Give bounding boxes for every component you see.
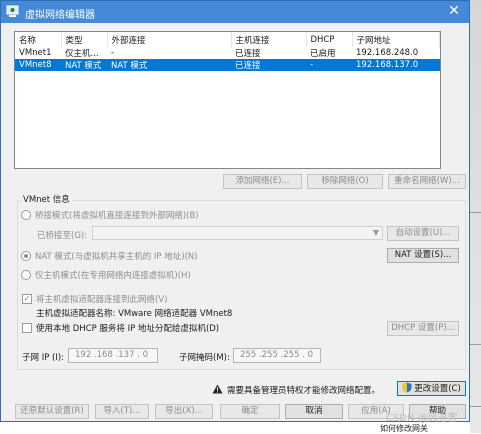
chevron-down-icon: ▼ xyxy=(372,228,379,237)
dhcp-settings-button[interactable]: DHCP 设置(P)... xyxy=(387,321,459,336)
restore-defaults-button[interactable]: 还原默认设置(R) xyxy=(15,404,89,419)
cell-external: NAT 模式 xyxy=(107,59,231,71)
virtual-network-editor-window: 虚拟网络编辑器 ✕ 名称 类型 外部连接 主机连接 DHCP 子网地址 VMne… xyxy=(0,0,470,422)
cell-name: VMnet8 xyxy=(15,59,61,71)
bridged-mode-label: 桥接模式(将虚拟机直接连接到外部网络)(B) xyxy=(35,211,199,221)
network-list[interactable]: 名称 类型 外部连接 主机连接 DHCP 子网地址 VMnet1 仅主机... … xyxy=(14,31,441,169)
bridged-mode-radio[interactable] xyxy=(21,210,31,220)
cell-dhcp: 已启用 xyxy=(310,49,336,59)
network-app-icon xyxy=(6,5,19,17)
change-settings-label: 更改设置(C) xyxy=(414,384,461,394)
subnet-mask-input[interactable]: 255 .255 .255 . 0 xyxy=(233,348,321,363)
nat-settings-button[interactable]: NAT 设置(S)... xyxy=(387,248,459,263)
auto-settings-button[interactable]: 自动设置(U)... xyxy=(387,226,459,241)
shield-icon xyxy=(402,382,412,393)
column-header-type[interactable]: 类型 xyxy=(61,32,108,47)
table-header-row: 名称 类型 外部连接 主机连接 DHCP 子网地址 xyxy=(15,32,440,47)
window-title: 虚拟网络编辑器 xyxy=(25,10,95,21)
title-bar: 虚拟网络编辑器 ✕ xyxy=(1,1,469,23)
cell-external: - xyxy=(111,48,115,58)
bridged-to-label: 已桥接至(G): xyxy=(37,231,88,241)
host-only-mode-radio[interactable] xyxy=(21,270,31,280)
connect-adapter-label: 将主机虚拟适配器连接到此网络(V) xyxy=(36,295,168,305)
cell-name: VMnet1 xyxy=(19,48,52,58)
column-header-dhcp[interactable]: DHCP xyxy=(306,32,353,47)
background-window-edge xyxy=(470,0,481,433)
change-settings-button[interactable]: 更改设置(C) xyxy=(397,381,466,396)
import-button[interactable]: 导入(T)... xyxy=(95,404,149,419)
column-header-host[interactable]: 主机连接 xyxy=(231,32,307,47)
rename-network-button[interactable]: 重命名网络(W)... xyxy=(388,174,466,189)
connect-adapter-checkbox[interactable]: ✓ xyxy=(22,294,32,304)
adapter-name-label: 主机虚拟适配器名称: VMware 网络适配器 VMnet8 xyxy=(36,309,233,319)
subnet-ip-label: 子网 IP (I): xyxy=(22,353,65,363)
export-button[interactable]: 导出(X)... xyxy=(155,404,213,419)
warning-icon xyxy=(212,384,223,394)
ok-button[interactable]: 确定 xyxy=(220,404,280,419)
host-only-mode-label: 仅主机模式(在专用网络内连接虚拟机)(H) xyxy=(35,271,191,281)
cell-subnet: 192.168.137.0 xyxy=(352,59,440,71)
subnet-ip-input[interactable]: 192 .168 .137 . 0 xyxy=(68,348,158,363)
remove-network-button[interactable]: 移除网络(O) xyxy=(307,174,383,189)
close-button[interactable]: ✕ xyxy=(443,2,465,22)
cell-host: 已连接 xyxy=(235,49,261,59)
subnet-mask-label: 子网掩码(M): xyxy=(179,353,230,363)
vmnet-info-title: VMnet 信息 xyxy=(21,193,72,205)
background-text: 如何修改网关 xyxy=(380,424,428,433)
column-header-subnet[interactable]: 子网地址 xyxy=(352,32,440,47)
admin-notice: 需要具备管理员特权才能修改网络配置。 xyxy=(227,386,381,396)
table-row[interactable]: VMnet1 仅主机... - 已连接 已启用 192.168.248.0 xyxy=(15,47,440,59)
nat-mode-radio[interactable] xyxy=(21,251,31,261)
table-row-selected[interactable]: VMnet8 NAT 模式 NAT 模式 已连接 - 192.168.137.0 xyxy=(15,59,440,71)
cell-type: NAT 模式 xyxy=(61,59,107,71)
use-dhcp-checkbox[interactable] xyxy=(22,323,32,333)
watermark: CSDN @风寻客 xyxy=(386,413,458,424)
use-dhcp-label: 使用本地 DHCP 服务将 IP 地址分配给虚拟机(D) xyxy=(36,324,220,334)
cancel-button[interactable]: 取消 xyxy=(285,404,343,419)
column-header-external[interactable]: 外部连接 xyxy=(107,32,232,47)
cell-subnet: 192.168.248.0 xyxy=(356,48,419,58)
column-header-name[interactable]: 名称 xyxy=(15,32,62,47)
cell-dhcp: - xyxy=(306,59,352,71)
cell-type: 仅主机... xyxy=(65,49,99,59)
add-network-button[interactable]: 添加网络(E)... xyxy=(223,174,302,189)
cell-host: 已连接 xyxy=(231,59,306,71)
bridged-to-select[interactable]: ▼ xyxy=(92,226,383,240)
nat-mode-label: NAT 模式(与虚拟机共享主机的 IP 地址)(N) xyxy=(35,252,198,262)
